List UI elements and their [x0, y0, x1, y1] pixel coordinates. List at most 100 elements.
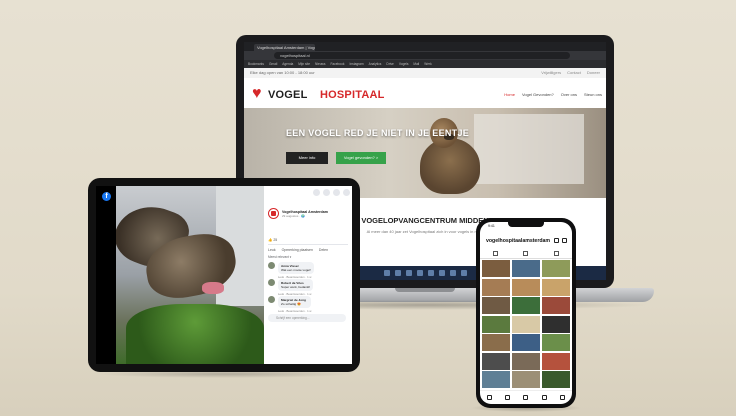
grid-photo[interactable] — [511, 371, 541, 388]
reels-tab-icon[interactable] — [523, 251, 529, 256]
grid-photo[interactable] — [541, 278, 570, 296]
grid-photo[interactable] — [482, 371, 511, 388]
bookmark-item[interactable]: Bookmarks — [248, 62, 264, 66]
grid-photo[interactable] — [511, 260, 541, 277]
comment-sort[interactable]: Meest relevant ▾ — [268, 255, 291, 259]
bookmark-item[interactable]: Facebook — [330, 62, 344, 66]
nav-item-about[interactable]: Over ons — [561, 92, 577, 97]
grid-photo[interactable] — [482, 334, 511, 351]
grid-photo[interactable] — [511, 334, 541, 351]
grid-photo[interactable] — [482, 297, 511, 314]
bookmark-item[interactable]: Werk — [424, 62, 431, 66]
post-date[interactable]: 29 augustus · 🌍 — [282, 214, 328, 218]
search-icon[interactable] — [394, 270, 401, 276]
add-post-icon[interactable] — [554, 238, 559, 243]
grid-photo[interactable] — [541, 371, 570, 388]
shop-icon[interactable] — [541, 394, 547, 400]
photo-grid — [482, 260, 570, 388]
grid-photo[interactable] — [541, 315, 570, 333]
logo-text-accent[interactable]: HOSPITAAL — [320, 89, 385, 101]
profile-tabs — [480, 250, 572, 259]
home-icon[interactable] — [486, 394, 492, 400]
comment-bubble: Robert de Vries Super werk, bedankt! — [278, 279, 314, 291]
bookmark-item[interactable]: Nieuws — [315, 62, 325, 66]
grid-photo[interactable] — [511, 278, 541, 296]
folder-icon[interactable] — [416, 270, 423, 276]
comment-text: Zo schattig 😍 — [281, 302, 301, 306]
bookmark-item[interactable]: Analytics — [369, 62, 382, 66]
address-bar[interactable]: vogelhospitaal.nl — [274, 52, 570, 59]
bookmark-item[interactable]: Agenda — [282, 62, 293, 66]
facebook-icon[interactable]: f — [102, 192, 111, 201]
grid-photo[interactable] — [482, 315, 511, 333]
comment-meta[interactable]: Leuk · Beantwoorden · 1 w — [278, 309, 311, 313]
comment: Robert de Vries Super werk, bedankt! Leu… — [268, 279, 348, 296]
grid-photo[interactable] — [482, 352, 511, 370]
comment-input[interactable]: Schrijf een opmerking... — [268, 314, 346, 322]
browser-tab[interactable]: Vogelhospitaal Amsterdam | Vogel... — [254, 44, 315, 51]
like-button[interactable]: Leuk — [268, 248, 276, 252]
search-icon[interactable] — [505, 394, 511, 400]
grid-photo[interactable] — [511, 352, 541, 370]
post-actions: Leuk Opmerking plaatsen Delen — [268, 244, 348, 252]
bookmark-item[interactable]: Instagram — [349, 62, 363, 66]
browser-tab-strip: Vogelhospitaal Amsterdam | Vogel... — [244, 42, 606, 51]
site-header: ♥ VOGEL HOSPITAAL Home Vogel Gevonden? O… — [244, 78, 606, 108]
tablet-screen: f Vogelhospitaal Amsterdam 29 augustus ·… — [96, 186, 352, 364]
bookmark-item[interactable]: Gmail — [269, 62, 277, 66]
notifications-icon[interactable] — [333, 189, 340, 196]
menu-icon[interactable] — [562, 238, 567, 243]
nav-item-home[interactable]: Home — [504, 92, 515, 97]
laptop-notch — [395, 288, 455, 292]
comment: Anna Visser Wat een mooie vogel! Leuk · … — [268, 262, 348, 279]
menu-icon[interactable] — [313, 189, 320, 196]
avatar[interactable] — [268, 262, 275, 269]
grid-photo[interactable] — [482, 260, 511, 277]
logo-icon[interactable]: ♥ — [252, 86, 266, 102]
avatar[interactable] — [268, 296, 275, 303]
messenger-icon[interactable] — [323, 189, 330, 196]
start-icon[interactable] — [383, 270, 390, 276]
grid-photo[interactable] — [541, 334, 570, 351]
topbar-link[interactable]: Contact — [567, 70, 581, 75]
comment-button[interactable]: Opmerking plaatsen — [282, 248, 313, 252]
post-photo[interactable] — [116, 186, 264, 364]
topbar-link[interactable]: Doneer — [587, 70, 600, 75]
bookmark-item[interactable]: Drive — [386, 62, 393, 66]
grid-photo[interactable] — [482, 278, 511, 296]
page-avatar[interactable] — [268, 208, 279, 219]
reels-icon[interactable] — [523, 394, 529, 400]
bookmark-item[interactable]: Mijn site — [298, 62, 310, 66]
bookmark-item[interactable]: Vogels — [399, 62, 409, 66]
grid-photo[interactable] — [541, 352, 570, 370]
bookmark-item[interactable]: Mail — [413, 62, 419, 66]
logo-text[interactable]: VOGEL — [268, 89, 308, 101]
reaction-count[interactable]: 👍 25 — [268, 238, 277, 242]
task-view-icon[interactable] — [405, 270, 412, 276]
grid-photo[interactable] — [511, 315, 541, 333]
account-icon[interactable] — [343, 189, 350, 196]
main-nav: Home Vogel Gevonden? Over ons Steun ons — [504, 92, 602, 97]
share-button[interactable]: Delen — [319, 248, 328, 252]
tagged-tab-icon[interactable] — [554, 251, 560, 256]
bottom-nav — [480, 390, 572, 403]
grid-photo[interactable] — [541, 260, 570, 277]
photos-icon[interactable] — [460, 270, 467, 276]
grid-photo[interactable] — [541, 297, 570, 314]
nav-item-support[interactable]: Steun ons — [584, 92, 602, 97]
grid-tab-icon[interactable] — [492, 251, 498, 256]
found-bird-button[interactable]: Vogel gevonden? > — [336, 152, 386, 164]
grid-photo[interactable] — [511, 297, 541, 314]
page-name[interactable]: Vogelhospitaal Amsterdam — [282, 210, 328, 214]
more-info-button[interactable]: Meer info — [286, 152, 328, 164]
post-author: Vogelhospitaal Amsterdam 29 augustus · 🌍 — [268, 208, 328, 219]
avatar[interactable] — [268, 279, 275, 286]
mail-icon[interactable] — [438, 270, 445, 276]
nav-item-found-bird[interactable]: Vogel Gevonden? — [522, 92, 554, 97]
bird-beak — [202, 282, 224, 294]
profile-icon[interactable] — [560, 394, 566, 400]
profile-handle[interactable]: vogelhospitaalamsterdam — [486, 238, 550, 244]
store-icon[interactable] — [449, 270, 456, 276]
topbar-link[interactable]: Vrijwilligers — [541, 70, 561, 75]
browser-icon[interactable] — [427, 270, 434, 276]
